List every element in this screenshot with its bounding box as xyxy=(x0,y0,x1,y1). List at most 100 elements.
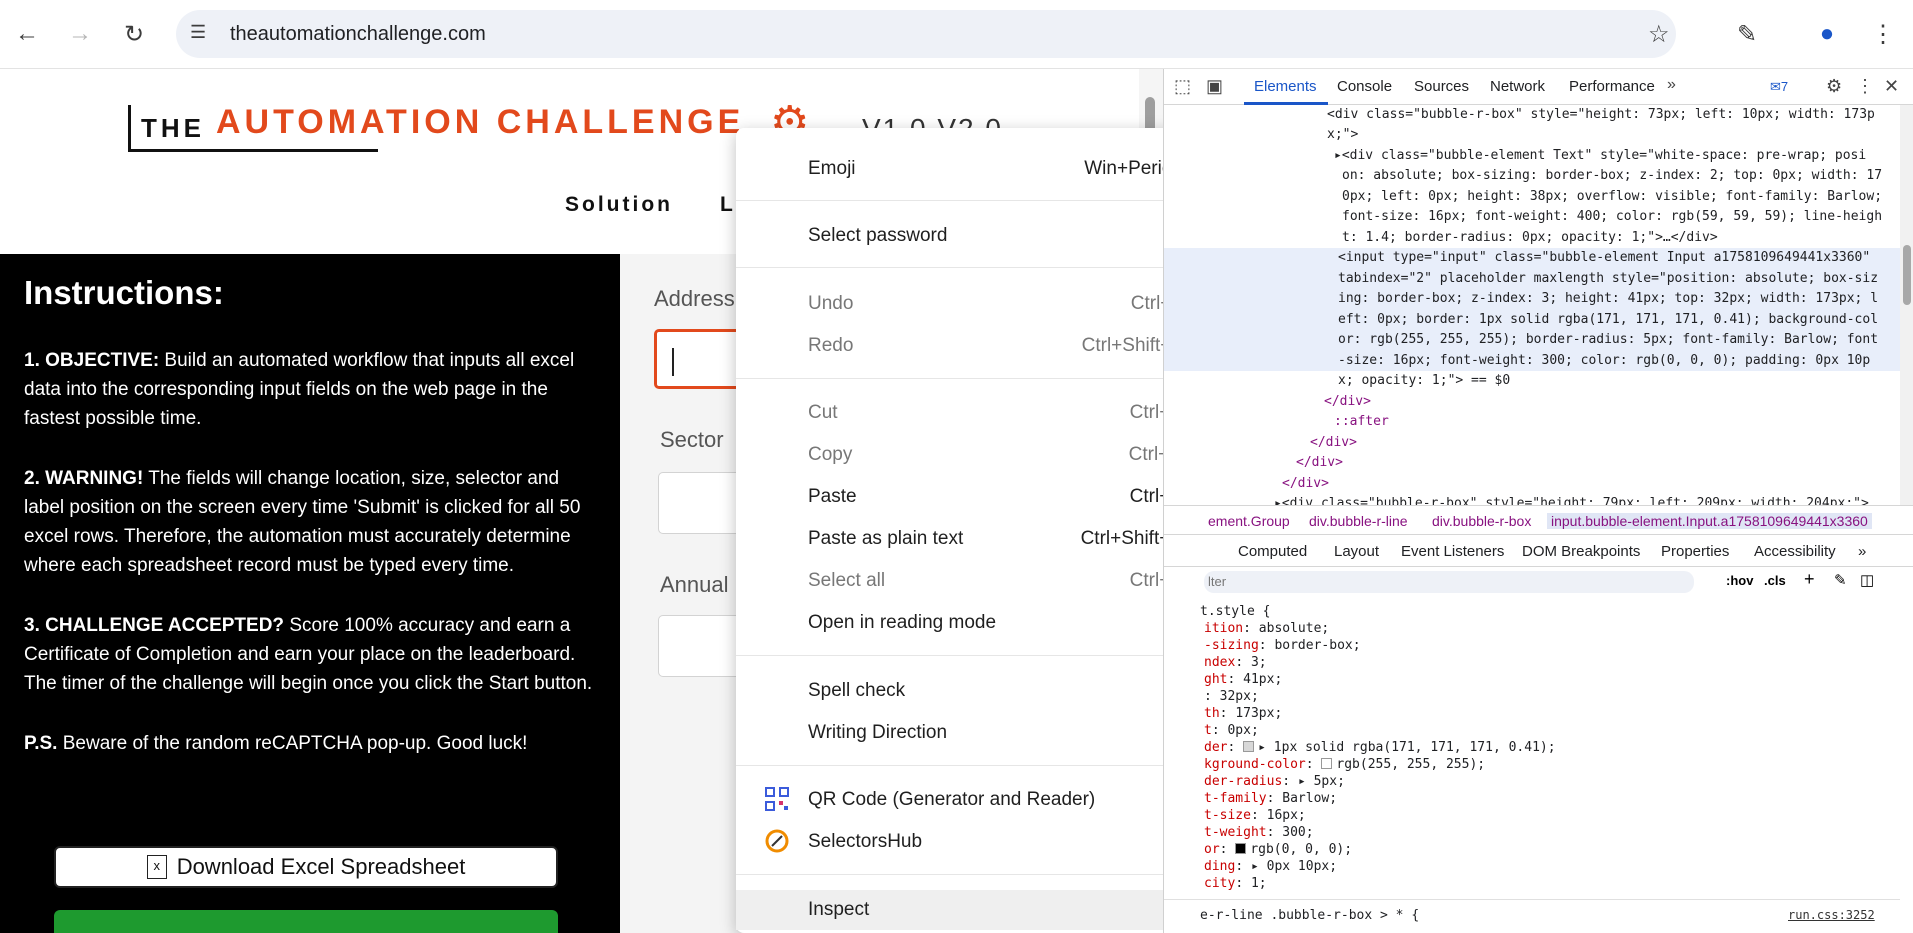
tab-dom-breakpoints[interactable]: DOM Breakpoints xyxy=(1522,543,1640,560)
hov-toggle[interactable]: :hov xyxy=(1726,573,1753,588)
menu-item-selectorshub[interactable]: SelectorsHub› xyxy=(736,822,1215,862)
more-options-icon[interactable]: ⋮ xyxy=(1856,76,1874,97)
profile-icon[interactable]: ● xyxy=(1810,17,1844,51)
style-declaration[interactable]: t-size: 16px; xyxy=(1204,807,1306,824)
tab-elements[interactable]: Elements xyxy=(1254,78,1317,95)
menu-item-undo[interactable]: Undo Ctrl+Z xyxy=(736,284,1215,324)
dom-line-selected[interactable]: <input type="input" class="bubble-elemen… xyxy=(1338,248,1913,269)
nav-link-partial[interactable]: L xyxy=(720,193,733,217)
dom-line[interactable]: x;"> xyxy=(1327,125,1913,146)
style-rule-selector[interactable]: e-r-line .bubble-r-box > * { xyxy=(1200,907,1419,924)
style-declaration[interactable]: t-family: Barlow; xyxy=(1204,790,1337,807)
breadcrumb-item[interactable]: div.bubble-r-line xyxy=(1309,513,1408,529)
url-text[interactable]: theautomationchallenge.com xyxy=(230,23,486,46)
color-swatch[interactable] xyxy=(1243,741,1255,752)
dom-line[interactable]: </div> xyxy=(1310,433,1913,454)
bookmark-star-icon[interactable]: ☆ xyxy=(1648,20,1670,49)
style-declaration[interactable]: ition: absolute; xyxy=(1204,620,1329,637)
style-declaration[interactable]: ght: 41px; xyxy=(1204,671,1282,688)
reload-icon[interactable]: ↻ xyxy=(117,17,151,51)
dom-line[interactable]: -size: 16px; font-weight: 300; color: rg… xyxy=(1338,351,1913,372)
filter-input[interactable]: lter xyxy=(1204,571,1694,593)
dom-line[interactable]: </div> xyxy=(1282,474,1913,495)
style-declaration[interactable]: t-weight: 300; xyxy=(1204,824,1314,841)
tab-event-listeners[interactable]: Event Listeners xyxy=(1401,543,1504,560)
menu-item-qr-code[interactable]: QR Code (Generator and Reader)› xyxy=(736,780,1215,820)
style-declaration[interactable]: ding: ▸ 0px 10px; xyxy=(1204,858,1337,875)
dom-line[interactable]: ▸<div class="bubble-element Text" style=… xyxy=(1334,146,1913,167)
menu-item-copy[interactable]: Copy Ctrl+C xyxy=(736,435,1215,475)
element-picker-icon[interactable]: ⬚ xyxy=(1174,76,1191,97)
dom-line[interactable]: ing: border-box; z-index: 3; height: 41p… xyxy=(1338,289,1913,310)
dom-line[interactable]: or: rgb(255, 255, 255); border-radius: 5… xyxy=(1338,330,1913,351)
tab-computed[interactable]: Computed xyxy=(1238,543,1307,560)
color-swatch[interactable] xyxy=(1321,758,1333,769)
dom-scrollbar-thumb[interactable] xyxy=(1903,245,1911,305)
dom-line[interactable]: <div class="bubble-r-box" style="height:… xyxy=(1327,105,1913,126)
nav-solution-link[interactable]: Solution xyxy=(565,193,673,217)
style-declaration[interactable]: kground-color: rgb(255, 255, 255); xyxy=(1204,756,1485,773)
style-declaration[interactable]: der: ▸ 1px solid rgba(171, 171, 171, 0.4… xyxy=(1204,739,1556,756)
tab-console[interactable]: Console xyxy=(1337,78,1392,95)
breadcrumb-item-active[interactable]: input.bubble-element.Input.a175810964944… xyxy=(1547,513,1872,529)
color-swatch[interactable] xyxy=(1235,843,1247,854)
style-declaration[interactable]: der-radius: ▸ 5px; xyxy=(1204,773,1345,790)
address-bar[interactable]: ☰ theautomationchallenge.com ☆ xyxy=(176,10,1676,58)
issues-badge[interactable]: ✉7 xyxy=(1770,79,1788,95)
more-tabs-icon[interactable]: » xyxy=(1667,76,1676,94)
back-arrow-icon[interactable]: ← xyxy=(10,17,44,51)
menu-item-redo[interactable]: Redo Ctrl+Shift+Z xyxy=(736,326,1215,366)
style-declaration[interactable]: or: rgb(0, 0, 0); xyxy=(1204,841,1352,858)
device-toggle-icon[interactable]: ▣ xyxy=(1206,76,1223,97)
dom-line[interactable]: eft: 0px; border: 1px solid rgba(171, 17… xyxy=(1338,310,1913,331)
dom-line[interactable]: </div> xyxy=(1296,453,1913,474)
menu-item-writing-direction[interactable]: Writing Direction› xyxy=(736,713,1215,753)
style-declaration[interactable]: : 32px; xyxy=(1204,688,1259,705)
close-icon[interactable]: ✕ xyxy=(1884,76,1899,97)
settings-gear-icon[interactable]: ⚙ xyxy=(1826,76,1842,97)
menu-item-emoji[interactable]: Emoji Win+Period xyxy=(736,149,1215,189)
tab-accessibility[interactable]: Accessibility xyxy=(1754,543,1836,560)
menu-kebab-icon[interactable]: ⋮ xyxy=(1866,17,1900,51)
style-declaration[interactable]: city: 1; xyxy=(1204,875,1267,892)
more-subtabs-icon[interactable]: » xyxy=(1858,543,1866,560)
paint-icon[interactable]: ✎ xyxy=(1834,571,1847,589)
download-excel-button[interactable]: x Download Excel Spreadsheet xyxy=(54,846,558,888)
style-declaration[interactable]: t: 0px; xyxy=(1204,722,1259,739)
sidebar-toggle-icon[interactable]: ◫ xyxy=(1860,571,1874,589)
menu-item-paste-plain[interactable]: Paste as plain text Ctrl+Shift+V xyxy=(736,519,1215,559)
dom-line[interactable]: tabindex="2" placeholder maxlength style… xyxy=(1338,269,1913,290)
dom-line[interactable]: x; opacity: 1;"> == $0 xyxy=(1338,371,1913,392)
style-declaration[interactable]: -sizing: border-box; xyxy=(1204,637,1361,654)
extensions-icon[interactable]: ✎ xyxy=(1730,17,1764,51)
style-declaration[interactable]: ndex: 3; xyxy=(1204,654,1267,671)
start-button[interactable] xyxy=(54,910,558,933)
forward-arrow-icon[interactable]: → xyxy=(63,17,97,51)
style-source-link[interactable]: run.css:3252 xyxy=(1788,907,1875,924)
add-rule-icon[interactable]: + xyxy=(1804,569,1815,590)
menu-item-spell-check[interactable]: Spell check› xyxy=(736,671,1215,711)
cls-toggle[interactable]: .cls xyxy=(1764,573,1786,588)
dom-line[interactable]: ▸<div class="bubble-r-box" style="height… xyxy=(1274,494,1913,505)
menu-item-inspect[interactable]: Inspect xyxy=(736,890,1215,930)
menu-item-paste[interactable]: Paste Ctrl+V xyxy=(736,477,1215,517)
dom-line[interactable]: t: 1.4; border-radius: 0px; opacity: 1;"… xyxy=(1342,228,1913,249)
menu-item-select-all[interactable]: Select all Ctrl+A xyxy=(736,561,1215,601)
tab-sources[interactable]: Sources xyxy=(1414,78,1469,95)
menu-item-select-password[interactable]: Select password xyxy=(736,216,1215,256)
menu-item-cut[interactable]: Cut Ctrl+X xyxy=(736,393,1215,433)
site-settings-icon[interactable]: ☰ xyxy=(190,22,214,46)
menu-item-reading-mode[interactable]: Open in reading mode xyxy=(736,603,1215,643)
dom-line[interactable]: on: absolute; box-sizing: border-box; z-… xyxy=(1342,166,1913,187)
breadcrumb-item[interactable]: ement.Group xyxy=(1208,513,1290,529)
dom-line[interactable]: </div> xyxy=(1324,392,1913,413)
tab-layout[interactable]: Layout xyxy=(1334,543,1379,560)
style-declaration[interactable]: th: 173px; xyxy=(1204,705,1282,722)
dom-line[interactable]: ::after xyxy=(1334,412,1913,433)
tab-performance[interactable]: Performance xyxy=(1569,78,1655,95)
tab-network[interactable]: Network xyxy=(1490,78,1545,95)
breadcrumb-item[interactable]: div.bubble-r-box xyxy=(1432,513,1531,529)
tab-properties[interactable]: Properties xyxy=(1661,543,1729,560)
dom-scrollbar[interactable] xyxy=(1900,105,1913,505)
dom-line[interactable]: 0px; left: 0px; height: 38px; overflow: … xyxy=(1342,187,1913,208)
